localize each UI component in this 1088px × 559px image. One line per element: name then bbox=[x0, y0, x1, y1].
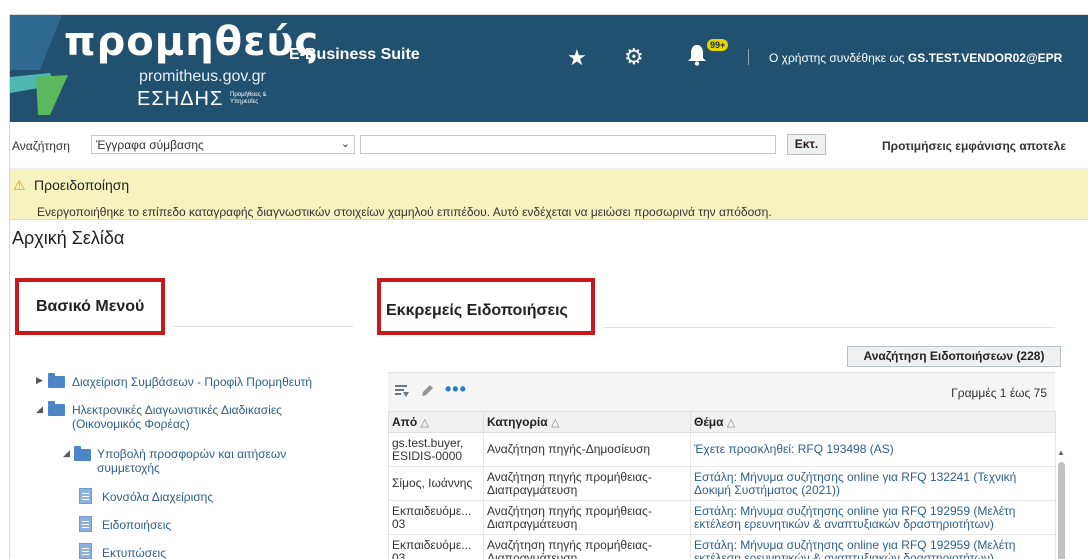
menu-item-notifications[interactable]: Ειδοποιήσεις bbox=[102, 518, 171, 532]
user-name[interactable]: GS.TEST.VENDOR02@EPR bbox=[908, 51, 1062, 65]
menu-item-e-tendering[interactable]: Ηλεκτρονικές Διαγωνιστικές Διαδικασίες (… bbox=[72, 403, 327, 431]
folder-icon bbox=[74, 446, 91, 461]
cell-subject-link[interactable]: Εστάλη: Μήνυμα συζήτησης online για RFQ … bbox=[690, 500, 1056, 535]
cell-subject-link[interactable]: Έχετε προσκληθεί: RFQ 193498 (AS) bbox=[690, 432, 1056, 467]
chevron-down-icon: ⌄ bbox=[340, 138, 350, 150]
column-header-subject[interactable]: Θέμα △ bbox=[690, 411, 1056, 433]
cell-from: Εκπαιδευόμε... 03 bbox=[388, 500, 484, 535]
logo-domain: promitheus.gov.gr bbox=[139, 68, 266, 85]
logo-title: προμηθεύς bbox=[64, 19, 320, 65]
cell-from: Σίμος, Ιωάννης bbox=[388, 466, 484, 501]
star-icon[interactable]: ★ bbox=[567, 45, 587, 71]
sort-icon[interactable]: △ bbox=[551, 417, 559, 429]
logo-system-sub: Προμήθειες & Υπηρεσίες bbox=[230, 92, 267, 105]
cell-subject-link[interactable]: Εστάλη: Μήνυμα συζήτησης online για RFQ … bbox=[690, 466, 1056, 501]
menu-item-printouts[interactable]: Εκτυπώσεις bbox=[102, 546, 166, 559]
search-category-value: Έγγραφα σύμβασης bbox=[96, 138, 204, 152]
heading-rule bbox=[603, 327, 1055, 328]
document-icon bbox=[79, 543, 92, 559]
search-label: Αναζήτηση bbox=[12, 139, 70, 153]
filter-icon[interactable] bbox=[394, 383, 410, 403]
cell-from: gs.test.buyer, ESIDIS-0000 bbox=[388, 432, 484, 467]
search-input[interactable] bbox=[360, 135, 776, 154]
search-bar: Αναζήτηση Έγγραφα σύμβασης ⌄ Εκτ. Προτιμ… bbox=[10, 122, 1088, 169]
cell-category: Αναζήτηση πηγής προμήθειας-Διαπραγμάτευσ… bbox=[483, 466, 691, 501]
menu-item-submit-offers[interactable]: Υποβολή προσφορών και αιτήσεων συμμετοχή… bbox=[97, 447, 322, 475]
cell-category: Αναζήτηση πηγής προμήθειας-Διαπραγμάτευσ… bbox=[483, 500, 691, 535]
search-go-button[interactable]: Εκτ. bbox=[787, 134, 826, 155]
table-row[interactable]: Σίμος, Ιωάννης Αναζήτηση πηγής προμήθεια… bbox=[388, 466, 1056, 501]
table-row[interactable]: Εκπαιδευόμε... 03 Αναζήτηση πηγής προμήθ… bbox=[388, 500, 1056, 535]
folder-icon bbox=[48, 401, 65, 416]
folder-icon bbox=[48, 373, 65, 388]
display-preferences-link[interactable]: Προτιμήσεις εμφάνισης αποτελε bbox=[882, 139, 1066, 153]
column-header-from[interactable]: Από △ bbox=[388, 411, 484, 433]
warning-title: Προειδοποίηση bbox=[34, 177, 130, 193]
table-row[interactable]: Εκπαιδευόμε... 03 Αναζήτηση πηγής προμήθ… bbox=[388, 534, 1056, 559]
gear-icon[interactable]: ⚙ bbox=[624, 44, 644, 70]
cell-category: Αναζήτηση πηγής-Δημοσίευση bbox=[483, 432, 691, 467]
notifications-panel: Εκκρεμείς Ειδοποιήσεις Αναζήτηση Ειδοποι… bbox=[373, 277, 1088, 559]
table-scrollbar[interactable]: ▲ bbox=[1056, 448, 1067, 559]
search-category-select[interactable]: Έγγραφα σύμβασης ⌄ bbox=[91, 135, 355, 154]
expanded-arrow-icon[interactable]: ◢ bbox=[63, 448, 70, 459]
sort-icon[interactable]: △ bbox=[727, 417, 735, 429]
document-icon bbox=[79, 488, 92, 504]
warning-message: Ενεργοποιήθηκε το επίπεδο καταγραφής δια… bbox=[37, 205, 772, 219]
app-header: προμηθεύς promitheus.gov.gr ΕΣΗΔΗΣ Προμή… bbox=[10, 15, 1088, 122]
heading-rule bbox=[173, 326, 353, 327]
cell-category: Αναζήτηση πηγής προμήθειας-Διαπραγμάτευσ… bbox=[483, 534, 691, 559]
collapsed-arrow-icon[interactable]: ▶ bbox=[36, 375, 43, 386]
edit-icon[interactable] bbox=[419, 383, 435, 403]
logo-system: ΕΣΗΔΗΣ bbox=[137, 88, 224, 110]
table-toolbar: ••• Γραμμές 1 έως 75 bbox=[388, 372, 1055, 411]
table-header-row: Από △ Κατηγορία △ Θέμα △ bbox=[388, 411, 1056, 433]
browser-viewport: προμηθεύς promitheus.gov.gr ΕΣΗΔΗΣ Προμή… bbox=[9, 14, 1088, 559]
user-prefix: Ο χρήστης συνδέθηκε ως bbox=[769, 51, 908, 65]
menu-item-admin-console[interactable]: Κονσόλα Διαχείρισης bbox=[102, 490, 213, 504]
warning-banner: ⚠ Προειδοποίηση Ενεργοποιήθηκε το επίπεδ… bbox=[10, 169, 1088, 220]
more-options-icon[interactable]: ••• bbox=[445, 379, 467, 400]
bell-icon[interactable] bbox=[687, 44, 707, 72]
scrollbar-thumb[interactable] bbox=[1058, 462, 1065, 559]
document-icon bbox=[79, 516, 92, 532]
notifications-badge: 99+ bbox=[707, 39, 729, 51]
logged-in-user: Ο χρήστης συνδέθηκε ως GS.TEST.VENDOR02@… bbox=[769, 51, 1062, 65]
expanded-arrow-icon[interactable]: ◢ bbox=[36, 404, 43, 415]
main-menu-heading: Βασικό Μενού bbox=[36, 298, 145, 315]
notifications-table: Από △ Κατηγορία △ Θέμα △ gs.test.buyer, … bbox=[388, 411, 1056, 559]
cell-from: Εκπαιδευόμε... 03 bbox=[388, 534, 484, 559]
search-notifications-button[interactable]: Αναζήτηση Ειδοποιήσεων (228) bbox=[847, 346, 1061, 367]
scroll-up-icon[interactable]: ▲ bbox=[1057, 448, 1065, 457]
app-title: E-Business Suite bbox=[289, 46, 420, 63]
notifications-heading: Εκκρεμείς Ειδοποιήσεις bbox=[386, 302, 568, 319]
cell-subject-link[interactable]: Εστάλη: Μήνυμα συζήτησης online για RFQ … bbox=[690, 534, 1056, 559]
column-header-category[interactable]: Κατηγορία △ bbox=[483, 411, 691, 433]
rows-range: Γραμμές 1 έως 75 bbox=[951, 386, 1047, 400]
menu-item-contract-management[interactable]: Διαχείριση Συμβάσεων - Προφίλ Προμηθευτή bbox=[72, 375, 362, 389]
page-title: Αρχική Σελίδα bbox=[12, 228, 125, 248]
sort-icon[interactable]: △ bbox=[421, 417, 429, 429]
table-row[interactable]: gs.test.buyer, ESIDIS-0000 Αναζήτηση πηγ… bbox=[388, 432, 1056, 467]
main-menu-panel: Βασικό Μενού ▶ Διαχείριση Συμβάσεων - Πρ… bbox=[15, 277, 370, 559]
warning-icon: ⚠ bbox=[13, 177, 26, 193]
header-separator bbox=[748, 49, 749, 65]
